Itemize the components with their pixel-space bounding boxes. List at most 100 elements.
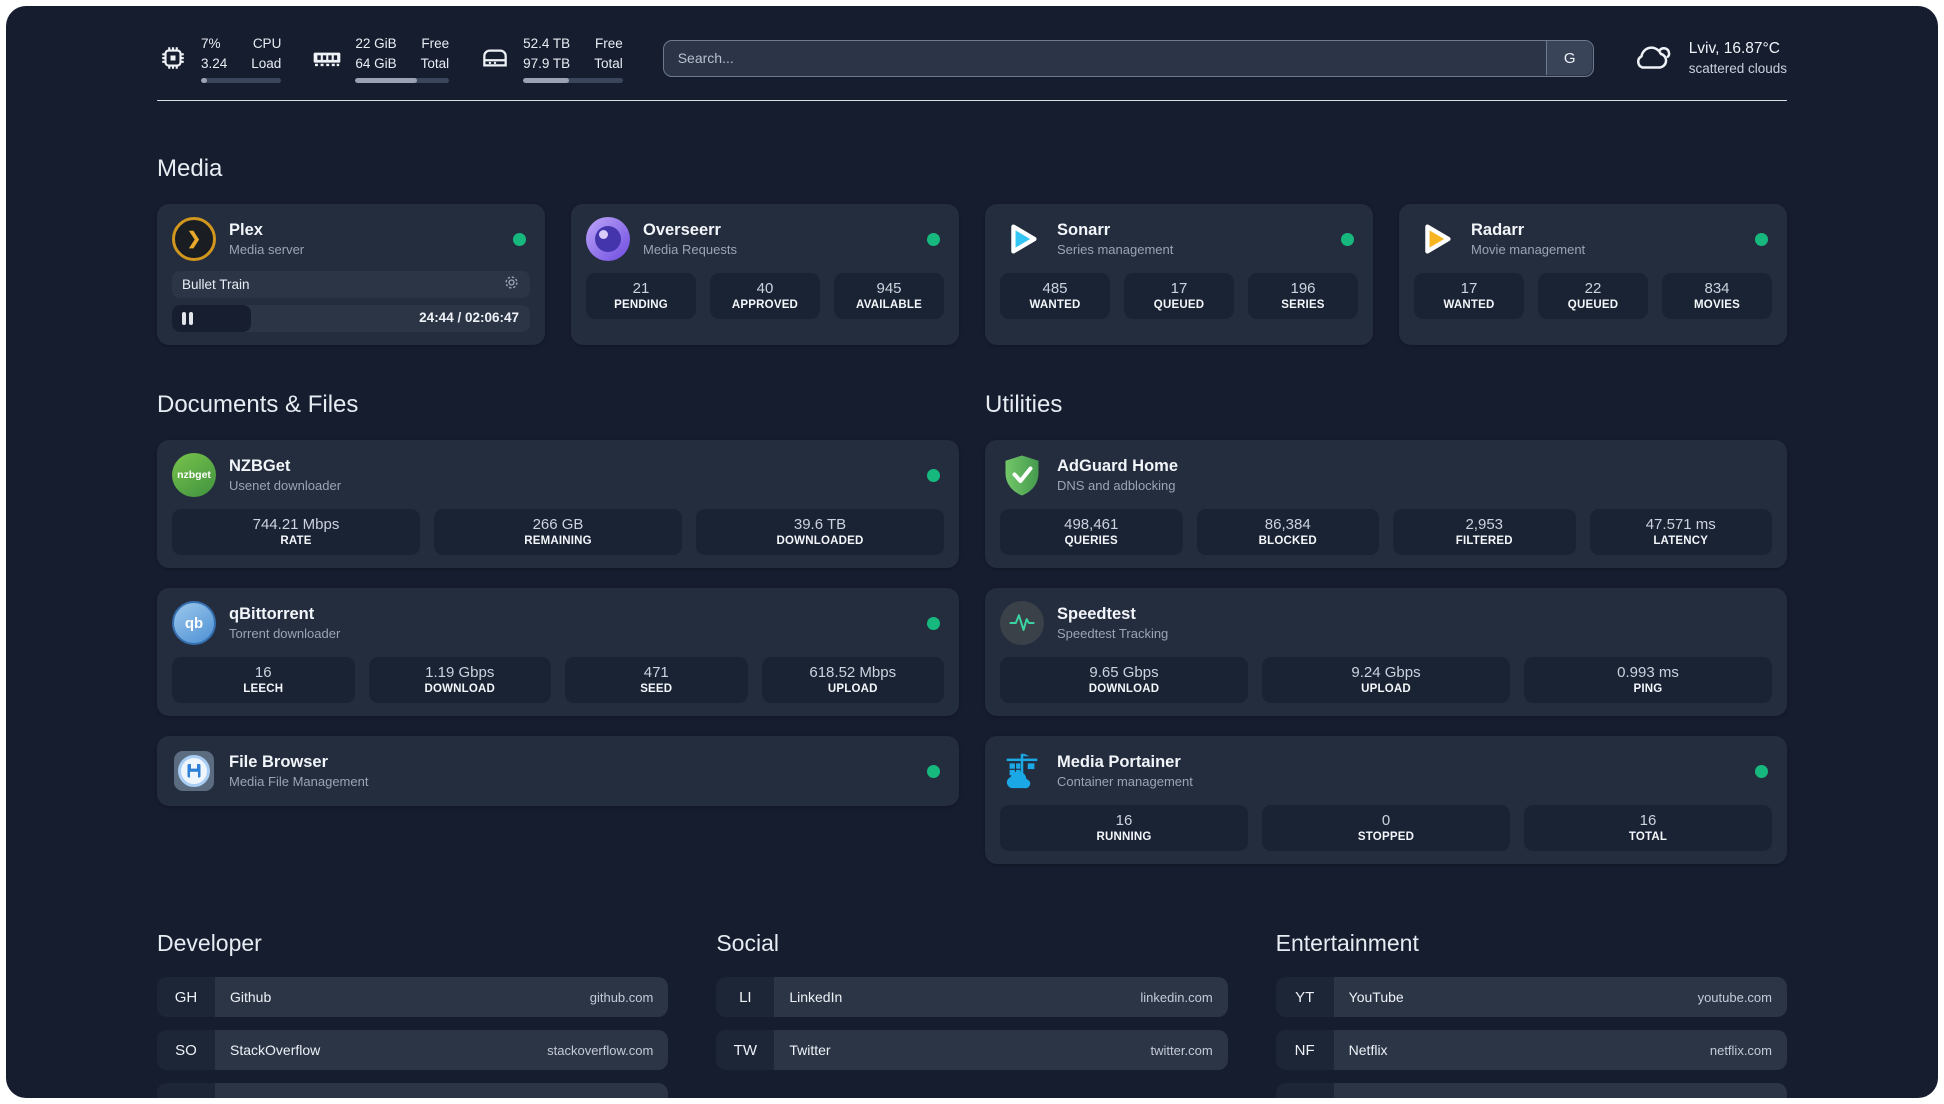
portainer-icon xyxy=(1000,749,1044,793)
app-card-qbittorrent[interactable]: qb qBittorrent Torrent downloader 16 LEEC… xyxy=(157,588,959,717)
bookmark-name: YouTube xyxy=(1348,989,1404,1006)
cpu-usage: 7% xyxy=(201,36,221,51)
section-media: Media ❯ Plex Media server Bullet Train 2… xyxy=(157,155,1787,346)
cpu-loadavg: 3.24 xyxy=(201,55,228,71)
bookmark-twitter[interactable]: TW Twitter twitter.com xyxy=(716,1030,1228,1071)
bookmark-url: youtube.com xyxy=(1697,989,1772,1005)
app-subtitle: Media Requests xyxy=(643,242,737,258)
app-card-plex[interactable]: ❯ Plex Media server Bullet Train 24:44 /… xyxy=(157,204,545,346)
stat-remaining: 266 GB REMAINING xyxy=(434,509,682,556)
filebrowser-icon xyxy=(172,749,216,793)
bookmark-url: github.com xyxy=(589,989,654,1005)
bookmark-group-title: Social xyxy=(716,930,779,957)
stat-stopped: 0 STOPPED xyxy=(1262,805,1510,852)
cloud-icon xyxy=(1630,39,1676,78)
status-online-dot xyxy=(927,616,940,630)
bookmark-name: LinkedIn xyxy=(789,989,843,1006)
stat-filtered: 2,953 FILTERED xyxy=(1393,509,1576,556)
sonarr-icon xyxy=(1000,217,1044,261)
stat-downloaded: 39.6 TB DOWNLOADED xyxy=(696,509,944,556)
stat-queued: 22 QUEUED xyxy=(1538,273,1648,320)
app-name: NZBGet xyxy=(229,457,291,476)
adguard-icon xyxy=(1000,453,1044,497)
app-card-portainer[interactable]: Media Portainer Container management 16 R… xyxy=(985,736,1787,865)
bookmark-url: stackoverflow.com xyxy=(547,1042,654,1058)
stat-seed: 471 SEED xyxy=(565,657,748,704)
weather-location-temp: Lviv, 16.87°C xyxy=(1688,40,1780,58)
bookmark-reddit[interactable]: RE Reddit reddit.com xyxy=(1275,1083,1787,1098)
plex-icon: ❯ xyxy=(172,217,216,262)
stat-approved: 40 APPROVED xyxy=(710,273,820,320)
free-label: Free xyxy=(594,36,623,51)
stat-latency: 47.571 ms LATENCY xyxy=(1589,509,1772,556)
cpu-icon xyxy=(157,43,189,73)
app-name: Overseerr xyxy=(643,221,721,240)
stat-rate: 744.21 Mbps RATE xyxy=(172,509,420,556)
bookmark-youtube[interactable]: YT YouTube youtube.com xyxy=(1275,977,1787,1018)
app-card-speedtest[interactable]: Speedtest Speedtest Tracking 9.65 Gbps DO… xyxy=(985,588,1787,717)
weather-condition: scattered clouds xyxy=(1688,60,1787,76)
bookmark-github[interactable]: GH Github github.com xyxy=(157,977,669,1018)
bookmark-name: Twitter xyxy=(789,1042,831,1059)
app-name: qBittorrent xyxy=(229,605,315,624)
status-online-dot xyxy=(1755,764,1768,778)
bookmark-dev[interactable]: DT DEV dev.to xyxy=(157,1083,669,1098)
total-label: Total xyxy=(594,55,623,71)
app-card-adguard[interactable]: AdGuard Home DNS and adblocking 498,461 Q… xyxy=(985,440,1787,569)
bookmark-abbr: NF xyxy=(1275,1030,1334,1071)
section-utilities: Utilities AdGuard Home DNS and adblockin… xyxy=(985,391,1787,865)
stat-blocked: 86,384 BLOCKED xyxy=(1196,509,1379,556)
app-card-nzbget[interactable]: nzbget NZBGet Usenet downloader 744.21 M… xyxy=(157,440,959,569)
metric-memory: 22 GiB Free 64 GiB Total xyxy=(311,34,450,83)
settings-icon[interactable] xyxy=(503,274,520,296)
search-input[interactable] xyxy=(662,39,1594,77)
app-name: Radarr xyxy=(1471,221,1525,240)
cpu-progress-bar xyxy=(201,78,282,83)
load-label: Load xyxy=(251,55,282,71)
bookmark-url: dev.to xyxy=(619,1096,653,1098)
bookmark-url: twitter.com xyxy=(1150,1042,1213,1058)
memory-total: 64 GiB xyxy=(355,55,397,71)
bookmark-group-developer: Developer GH Github github.com SO StackOv… xyxy=(157,930,669,1098)
app-name: Plex xyxy=(229,221,263,240)
bookmark-abbr: GH xyxy=(157,977,215,1018)
bookmark-linkedin[interactable]: LI LinkedIn linkedin.com xyxy=(716,977,1228,1018)
bookmark-abbr: LI xyxy=(716,977,775,1018)
pause-icon[interactable] xyxy=(182,312,193,325)
search-provider-button[interactable]: G xyxy=(1546,41,1593,76)
weather-widget[interactable]: Lviv, 16.87°C scattered clouds xyxy=(1630,38,1787,79)
app-name: File Browser xyxy=(229,753,329,772)
section-title-media: Media xyxy=(157,155,223,183)
storage-free: 52.4 TB xyxy=(523,36,571,51)
bookmark-name: DEV xyxy=(230,1095,259,1098)
playback-progress-bar[interactable]: 24:44 / 02:06:47 xyxy=(172,305,530,333)
now-playing-row: Bullet Train xyxy=(172,271,530,299)
qbittorrent-icon: qb xyxy=(172,601,216,646)
app-card-sonarr[interactable]: Sonarr Series management 485 WANTED 17 QUE… xyxy=(985,204,1373,346)
stat-ping: 0.993 ms PING xyxy=(1524,657,1772,704)
stat-upload: 618.52 Mbps UPLOAD xyxy=(761,657,944,704)
storage-total: 97.9 TB xyxy=(523,55,571,71)
memory-free: 22 GiB xyxy=(355,36,397,51)
stat-total: 16 TOTAL xyxy=(1524,805,1772,852)
search-bar: G xyxy=(662,39,1594,77)
bookmark-abbr: SO xyxy=(157,1030,215,1071)
app-card-overseerr[interactable]: Overseerr Media Requests 21 PENDING 40 APP… xyxy=(571,204,959,346)
metric-storage: 52.4 TB Free 97.9 TB Total xyxy=(479,34,623,83)
stat-queries: 498,461 QUERIES xyxy=(1000,509,1183,556)
bookmark-name: Github xyxy=(230,989,272,1006)
bookmark-netflix[interactable]: NF Netflix netflix.com xyxy=(1275,1030,1787,1071)
bookmark-abbr: TW xyxy=(716,1030,775,1071)
bookmark-group-title: Entertainment xyxy=(1275,930,1419,957)
stat-download: 9.65 Gbps DOWNLOAD xyxy=(1000,657,1248,704)
now-playing-title: Bullet Train xyxy=(182,277,250,293)
app-subtitle: Container management xyxy=(1057,774,1193,790)
status-online-dot xyxy=(927,232,940,246)
app-card-filebrowser[interactable]: File Browser Media File Management xyxy=(157,736,959,807)
app-subtitle: Series management xyxy=(1057,242,1174,258)
speedtest-icon xyxy=(1000,601,1044,646)
bookmark-stackoverflow[interactable]: SO StackOverflow stackoverflow.com xyxy=(157,1030,669,1071)
stat-download: 1.19 Gbps DOWNLOAD xyxy=(368,657,551,704)
section-title-utilities: Utilities xyxy=(985,391,1063,419)
app-card-radarr[interactable]: Radarr Movie management 17 WANTED 22 QUEUE… xyxy=(1399,204,1787,346)
